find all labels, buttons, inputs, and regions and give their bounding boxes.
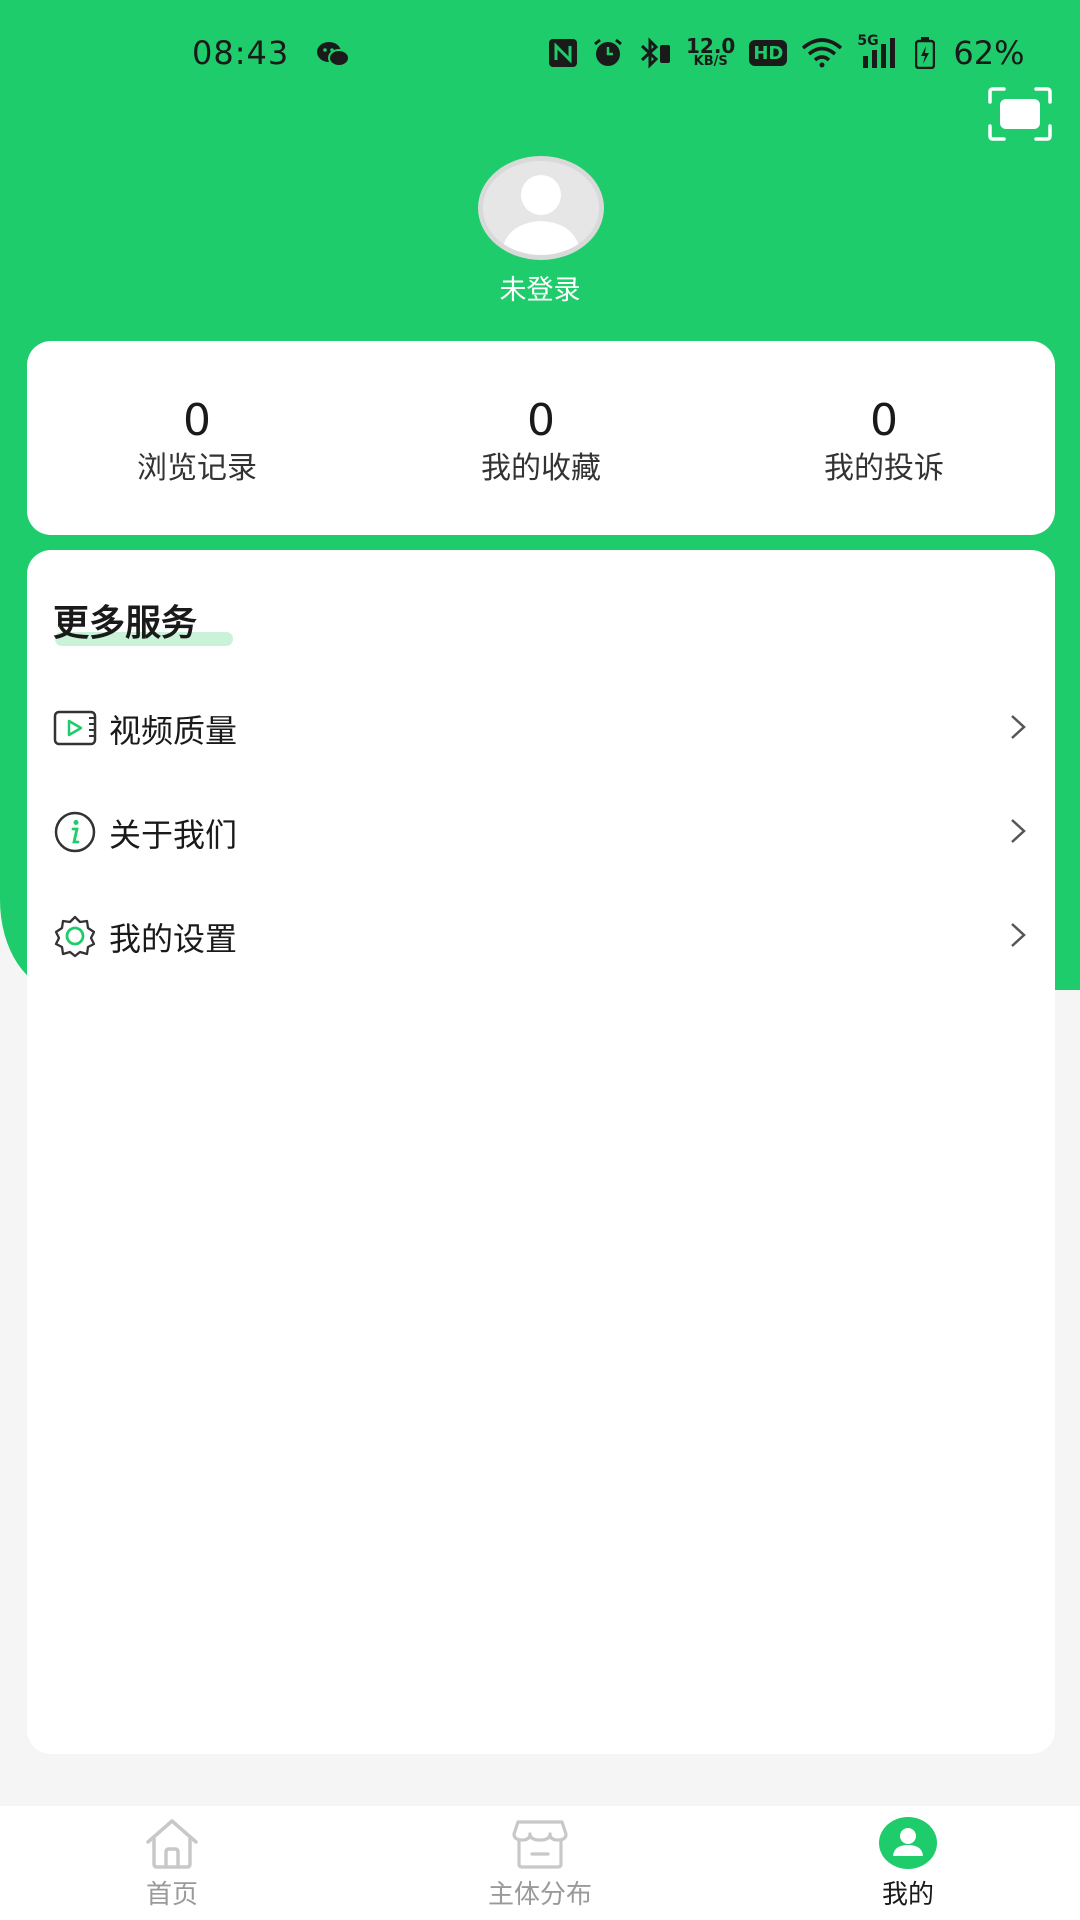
alarm-icon bbox=[594, 38, 622, 66]
login-status[interactable]: 未登录 bbox=[0, 268, 1080, 307]
stat-label: 我的投诉 bbox=[824, 451, 944, 486]
nav-label: 我的 bbox=[881, 1880, 934, 1910]
services-card: 更多服务 视频质量 关于我们 我的设置 bbox=[27, 550, 1055, 1754]
signal-label: 5G bbox=[857, 33, 879, 49]
stat-browse-history[interactable]: 0 浏览记录 bbox=[77, 395, 317, 491]
network-speed-unit: KB/S bbox=[693, 54, 728, 69]
bottom-nav: 首页 主体分布 我的 bbox=[0, 1806, 1080, 1920]
status-bar: 08:43 12.0 KB/S HD 5G 62% bbox=[0, 0, 1080, 108]
info-icon bbox=[54, 811, 96, 853]
status-icons: 12.0 KB/S HD 5G 62% bbox=[548, 33, 1025, 72]
service-item-video-quality[interactable]: 视频质量 bbox=[27, 676, 1055, 780]
scan-icon[interactable] bbox=[986, 86, 1054, 142]
stat-favorites[interactable]: 0 我的收藏 bbox=[421, 395, 661, 491]
nav-item-home[interactable]: 首页 bbox=[72, 1806, 272, 1920]
service-item-about-us[interactable]: 关于我们 bbox=[27, 780, 1055, 884]
hd-badge: HD bbox=[749, 40, 788, 66]
wechat-icon bbox=[317, 42, 350, 67]
nav-item-mine[interactable]: 我的 bbox=[808, 1806, 1008, 1920]
bluetooth-icon bbox=[640, 37, 670, 69]
service-label: 关于我们 bbox=[109, 816, 238, 854]
stats-card: 0 浏览记录 0 我的收藏 0 我的投诉 bbox=[27, 341, 1055, 535]
home-icon bbox=[146, 1819, 198, 1869]
services-title: 更多服务 bbox=[53, 603, 198, 644]
nav-label: 首页 bbox=[145, 1880, 198, 1910]
wifi-icon bbox=[802, 38, 843, 68]
stat-label: 我的收藏 bbox=[481, 451, 601, 486]
nav-item-distribution[interactable]: 主体分布 bbox=[440, 1806, 640, 1920]
store-icon bbox=[512, 1820, 568, 1869]
stat-label: 浏览记录 bbox=[137, 451, 257, 486]
chevron-right-icon bbox=[1011, 923, 1026, 947]
avatar[interactable] bbox=[478, 156, 604, 260]
settings-icon bbox=[54, 915, 96, 958]
service-label: 我的设置 bbox=[109, 920, 238, 958]
network-speed-value: 12.0 bbox=[686, 34, 736, 58]
profile-page: 08:43 12.0 KB/S HD 5G 62% 未登录 0 浏览记录 0 我… bbox=[0, 0, 1080, 1920]
battery-percent: 62% bbox=[953, 34, 1025, 72]
nfc-icon bbox=[549, 39, 577, 67]
stat-count: 0 bbox=[183, 395, 211, 446]
video-icon bbox=[53, 710, 97, 746]
chevron-right-icon bbox=[1011, 715, 1026, 739]
network-speed: 12.0 KB/S bbox=[686, 34, 736, 69]
status-time: 08:43 bbox=[192, 34, 290, 72]
nav-label: 主体分布 bbox=[487, 1880, 592, 1910]
stat-count: 0 bbox=[870, 395, 898, 446]
user-placeholder-icon bbox=[483, 161, 599, 255]
stat-complaints[interactable]: 0 我的投诉 bbox=[764, 395, 1004, 491]
stat-count: 0 bbox=[527, 395, 555, 446]
hd-label: HD bbox=[753, 42, 784, 64]
chevron-right-icon bbox=[1011, 819, 1026, 843]
cellular-signal: 5G bbox=[857, 33, 901, 69]
profile-icon bbox=[879, 1817, 937, 1869]
service-label: 视频质量 bbox=[109, 712, 238, 750]
service-item-my-settings[interactable]: 我的设置 bbox=[27, 884, 1055, 988]
battery-icon bbox=[915, 37, 936, 69]
